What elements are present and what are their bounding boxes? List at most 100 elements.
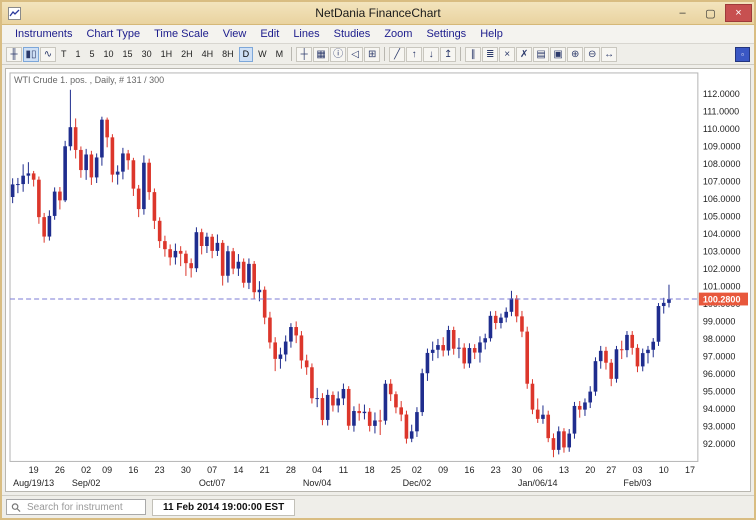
add-study-icon[interactable]: ⊞ <box>364 47 380 62</box>
svg-text:94.0000: 94.0000 <box>703 404 736 414</box>
app-window: NetDania FinanceChart – ▢ × InstrumentsC… <box>0 0 756 520</box>
svg-text:96.0000: 96.0000 <box>703 369 736 379</box>
menu-settings[interactable]: Settings <box>419 27 473 41</box>
menu-zoom[interactable]: Zoom <box>377 27 419 41</box>
timescale-5m[interactable]: 5 <box>86 47 99 62</box>
svg-text:25: 25 <box>391 465 401 475</box>
window-title: NetDania FinanceChart <box>2 6 754 20</box>
svg-text:28: 28 <box>286 465 296 475</box>
line-chart-icon[interactable]: ∿ <box>40 47 56 62</box>
instrument-label: WTI Crude 1. pos. , Daily, # 131 / 300 <box>14 75 164 85</box>
fibonacci-icon[interactable]: ≣ <box>482 47 498 62</box>
chart-panel: 92.000093.000094.000095.000096.000097.00… <box>5 68 751 492</box>
svg-text:09: 09 <box>102 465 112 475</box>
svg-text:99.0000: 99.0000 <box>703 316 736 326</box>
svg-text:07: 07 <box>207 465 217 475</box>
timescale-1m[interactable]: 1 <box>72 47 85 62</box>
svg-text:21: 21 <box>260 465 270 475</box>
svg-text:107.0000: 107.0000 <box>703 176 741 186</box>
timescale-daily[interactable]: D <box>239 47 254 62</box>
zoom-in-icon[interactable]: ⊕ <box>567 47 583 62</box>
svg-text:93.0000: 93.0000 <box>703 421 736 431</box>
arrow-down-icon[interactable]: ↓ <box>423 47 439 62</box>
menu-edit[interactable]: Edit <box>253 27 286 41</box>
timestamp-field: 11 Feb 2014 19:00:00 EST <box>152 499 295 516</box>
info-icon[interactable]: ⓘ <box>330 47 346 62</box>
title-bar: NetDania FinanceChart – ▢ × <box>2 2 754 25</box>
svg-text:02: 02 <box>81 465 91 475</box>
svg-text:27: 27 <box>606 465 616 475</box>
timescale-2h[interactable]: 2H <box>177 47 197 62</box>
svg-text:95.0000: 95.0000 <box>703 386 736 396</box>
arrow-up-icon[interactable]: ↑ <box>406 47 422 62</box>
panel-dock-icon[interactable]: ▫ <box>735 47 750 62</box>
toolbar-items: ╫▮▯∿T151015301H2H4H8HDWM┼▦ⓘ◁⊞╱↑↓↥∥≣×✗▤▣⊕… <box>6 47 731 62</box>
svg-text:112.0000: 112.0000 <box>703 89 740 99</box>
close-button[interactable]: × <box>725 4 752 22</box>
toolbar-separator <box>460 47 461 61</box>
parallel-channel-icon[interactable]: ∥ <box>465 47 481 62</box>
minimize-button[interactable]: – <box>669 4 696 22</box>
svg-text:100.2800: 100.2800 <box>703 295 741 305</box>
print-icon[interactable]: ▤ <box>533 47 549 62</box>
svg-text:102.0000: 102.0000 <box>703 264 741 274</box>
price-chart[interactable]: 92.000093.000094.000095.000096.000097.00… <box>6 69 750 491</box>
menu-time-scale[interactable]: Time Scale <box>147 27 216 41</box>
svg-text:13: 13 <box>559 465 569 475</box>
measure-icon[interactable]: ↔ <box>601 47 617 62</box>
menu-view[interactable]: View <box>216 27 254 41</box>
svg-text:19: 19 <box>29 465 39 475</box>
svg-text:03: 03 <box>632 465 642 475</box>
svg-text:09: 09 <box>438 465 448 475</box>
search-input[interactable] <box>25 501 141 514</box>
timescale-10m[interactable]: 10 <box>100 47 118 62</box>
zoom-area-icon[interactable]: ▣ <box>550 47 566 62</box>
timescale-monthly[interactable]: M <box>272 47 288 62</box>
svg-text:23: 23 <box>155 465 165 475</box>
timescale-1h[interactable]: 1H <box>157 47 177 62</box>
timescale-30m[interactable]: 30 <box>138 47 156 62</box>
svg-text:30: 30 <box>181 465 191 475</box>
delete-last-icon[interactable]: × <box>499 47 515 62</box>
svg-text:98.0000: 98.0000 <box>703 334 736 344</box>
svg-text:Feb/03: Feb/03 <box>623 478 651 488</box>
svg-text:92.0000: 92.0000 <box>703 439 736 449</box>
menu-bar: InstrumentsChart TypeTime ScaleViewEditL… <box>2 25 754 44</box>
maximize-button[interactable]: ▢ <box>697 4 724 22</box>
menu-instruments[interactable]: Instruments <box>8 27 79 41</box>
timescale-weekly[interactable]: W <box>254 47 271 62</box>
ohlc-bars-icon[interactable]: ╫ <box>6 47 22 62</box>
menu-chart-type[interactable]: Chart Type <box>79 27 147 41</box>
instrument-search[interactable] <box>6 499 146 515</box>
timescale-tick[interactable]: T <box>57 47 71 62</box>
price-marker-icon[interactable]: ↥ <box>440 47 456 62</box>
window-controls: – ▢ × <box>668 4 752 22</box>
menu-studies[interactable]: Studies <box>327 27 378 41</box>
svg-text:109.0000: 109.0000 <box>703 141 741 151</box>
zoom-out-icon[interactable]: ⊖ <box>584 47 600 62</box>
timescale-15m[interactable]: 15 <box>119 47 137 62</box>
timescale-4h[interactable]: 4H <box>198 47 218 62</box>
toolbar-separator <box>291 47 292 61</box>
timescale-8h[interactable]: 8H <box>218 47 238 62</box>
trend-line-icon[interactable]: ╱ <box>389 47 405 62</box>
menu-help[interactable]: Help <box>473 27 510 41</box>
menu-lines[interactable]: Lines <box>286 27 326 41</box>
announcement-icon[interactable]: ◁ <box>347 47 363 62</box>
svg-text:108.0000: 108.0000 <box>703 159 741 169</box>
toolbar-separator <box>384 47 385 61</box>
svg-text:20: 20 <box>585 465 595 475</box>
app-icon <box>7 6 21 20</box>
svg-text:110.0000: 110.0000 <box>703 124 740 134</box>
svg-text:Sep/02: Sep/02 <box>72 478 101 488</box>
delete-all-icon[interactable]: ✗ <box>516 47 532 62</box>
svg-text:16: 16 <box>128 465 138 475</box>
toolbar: ╫▮▯∿T151015301H2H4H8HDWM┼▦ⓘ◁⊞╱↑↓↥∥≣×✗▤▣⊕… <box>2 44 754 65</box>
candlestick-icon[interactable]: ▮▯ <box>23 47 39 62</box>
grid-icon[interactable]: ▦ <box>313 47 329 62</box>
crosshair-icon[interactable]: ┼ <box>296 47 312 62</box>
svg-text:103.0000: 103.0000 <box>703 246 741 256</box>
svg-text:16: 16 <box>464 465 474 475</box>
svg-text:30: 30 <box>512 465 522 475</box>
svg-text:26: 26 <box>55 465 65 475</box>
